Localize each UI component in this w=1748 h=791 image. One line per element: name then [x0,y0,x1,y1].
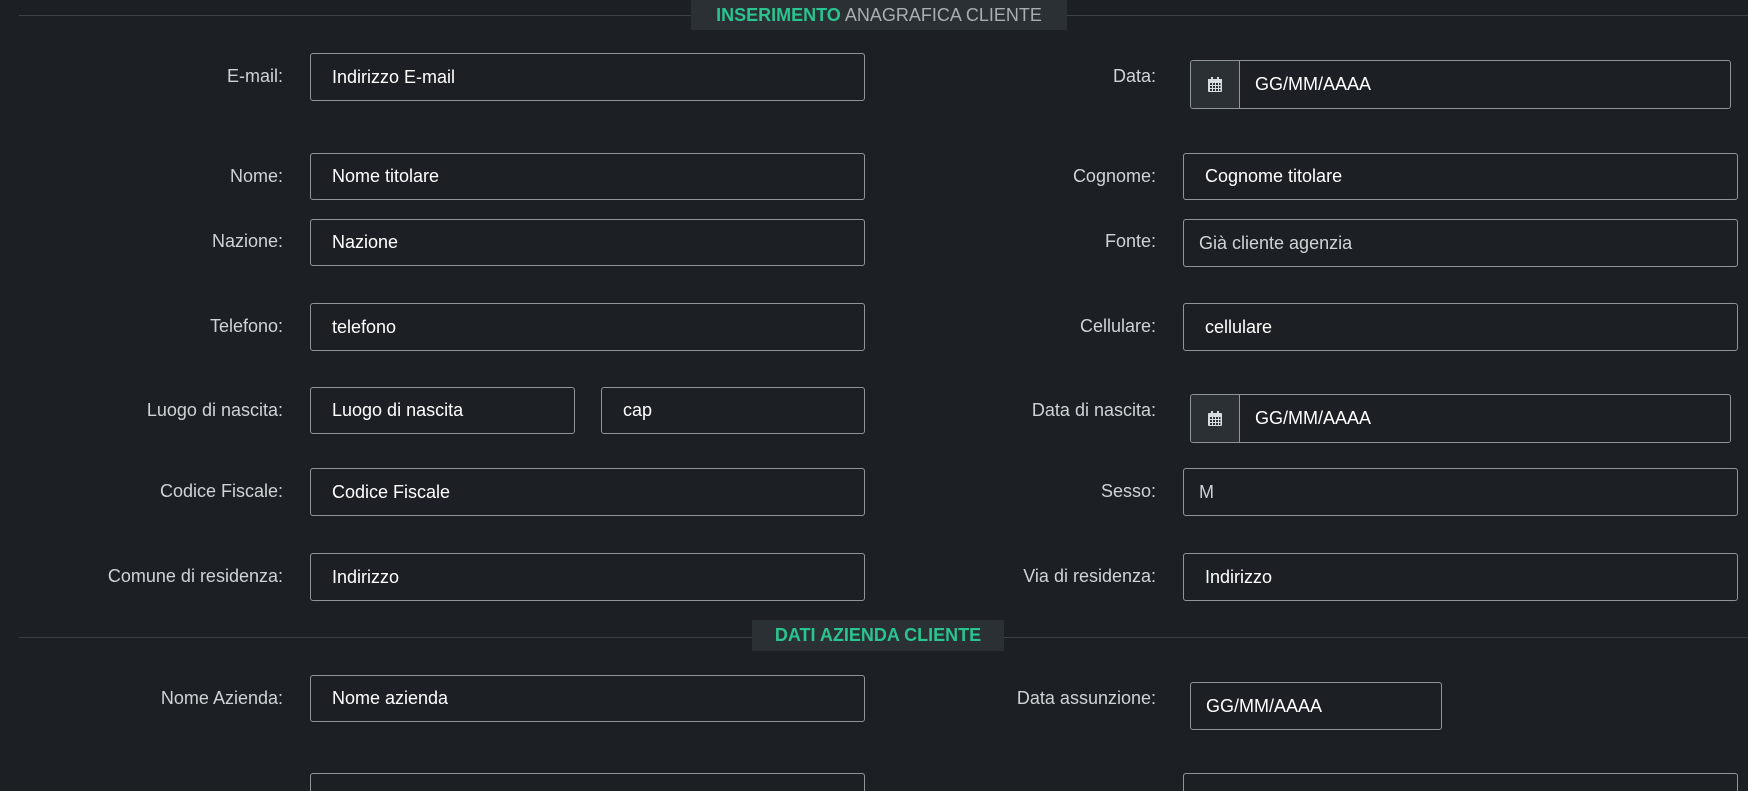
cellulare-label: Cellulare: [1079,316,1156,336]
comune-residenza-label: Comune di residenza: [107,566,283,586]
data-nascita-label: Data di nascita: [1031,400,1156,420]
comune-residenza-field[interactable]: Indirizzo [310,553,865,601]
email-label: E-mail: [226,66,283,86]
via-residenza-value: Indirizzo [1205,566,1273,587]
email-field-value: Indirizzo E-mail [332,66,456,87]
partial-field-left[interactable] [310,773,865,791]
nome-field[interactable]: Nome titolare [310,153,865,200]
section-title-anagrafica: INSERIMENTO ANAGRAFICA CLIENTE [691,0,1067,30]
luogo-nascita-value: Luogo di nascita [332,400,464,420]
data-label: Data: [1112,66,1156,86]
cellulare-field-value: cellulare [1205,316,1273,337]
section-title-azienda: DATI AZIENDA CLIENTE [752,620,1004,651]
nome-field-value: Nome titolare [332,166,440,186]
nazione-field[interactable]: Nazione [310,219,865,266]
cellulare-field[interactable]: cellulare [1183,303,1738,351]
email-field[interactable]: Indirizzo E-mail [310,53,865,101]
cognome-field[interactable]: Cognome titolare [1183,153,1738,200]
customer-registration-form: INSERIMENTO ANAGRAFICA CLIENTE E-mail: I… [0,0,1748,791]
data-assunzione-field[interactable]: GG/MM/AAAA [1190,682,1442,730]
luogo-nascita-field[interactable]: Luogo di nascita [310,387,575,434]
nazione-label: Nazione: [211,231,283,251]
codice-fiscale-value: Codice Fiscale [332,481,451,502]
data-nascita-date-picker[interactable]: GG/MM/AAAA [1190,394,1731,443]
nome-label: Nome: [229,166,283,186]
cap-field[interactable]: cap [601,387,865,434]
sesso-select-value: M [1199,481,1214,502]
luogo-nascita-label: Luogo di nascita: [146,400,283,420]
data-value: GG/MM/AAAA [1255,74,1372,94]
nome-azienda-field[interactable]: Nome azienda [310,675,865,722]
data-date-picker[interactable]: GG/MM/AAAA [1190,60,1731,109]
data-assunzione-value: GG/MM/AAAA [1206,695,1323,716]
cognome-label: Cognome: [1072,166,1156,186]
calendar-icon[interactable] [1191,395,1240,442]
nazione-field-value: Nazione [332,232,399,252]
cap-field-value: cap [623,400,653,420]
via-residenza-label: Via di residenza: [1023,566,1156,586]
section-title-azienda-text: DATI AZIENDA CLIENTE [774,625,982,645]
fonte-select[interactable]: Già cliente agenzia [1183,219,1738,267]
partial-field-right[interactable] [1183,773,1738,791]
section-title-accent: INSERIMENTO [716,5,841,25]
fonte-label: Fonte: [1104,231,1156,251]
nome-azienda-value: Nome azienda [332,688,449,708]
via-residenza-field[interactable]: Indirizzo [1183,553,1738,601]
sesso-label: Sesso: [1100,481,1156,501]
nome-azienda-label: Nome Azienda: [160,688,283,708]
codice-fiscale-field[interactable]: Codice Fiscale [310,468,865,516]
codice-fiscale-label: Codice Fiscale: [159,481,283,501]
data-nascita-value: GG/MM/AAAA [1255,408,1372,428]
sesso-select[interactable]: M [1183,468,1738,516]
telefono-label: Telefono: [209,316,283,336]
telefono-field[interactable]: telefono [310,303,865,351]
cognome-field-value: Cognome titolare [1205,166,1343,186]
data-assunzione-label: Data assunzione: [1016,688,1156,708]
fonte-select-value: Già cliente agenzia [1199,232,1353,253]
calendar-icon[interactable] [1191,61,1240,108]
telefono-field-value: telefono [332,316,397,337]
section-title-rest: ANAGRAFICA CLIENTE [844,5,1042,25]
comune-residenza-value: Indirizzo [332,566,400,587]
